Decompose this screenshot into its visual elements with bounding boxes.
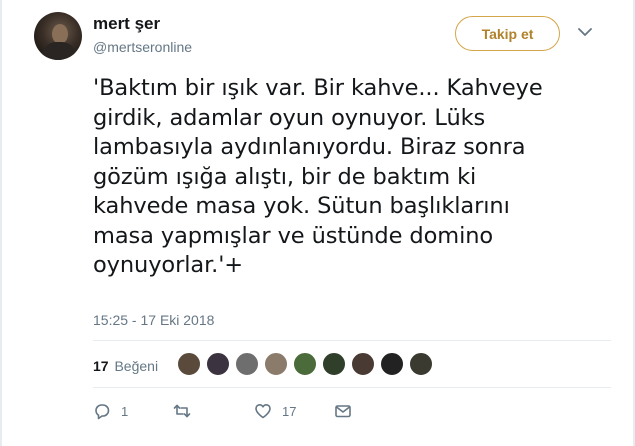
reply-action[interactable]: 1 [93, 402, 128, 420]
tweet-line: girdik, adamlar oyun oynuyor. Lüks [93, 104, 486, 131]
liker-avatar[interactable] [235, 352, 259, 376]
divider [93, 387, 611, 388]
user-handle[interactable]: @mertseronline [93, 39, 192, 55]
liker-avatar[interactable] [351, 352, 375, 376]
tweet-line: masa yapmışlar ve üstünde domino [93, 222, 494, 249]
tweet-line: oynuyorlar.'+ [93, 252, 244, 278]
avatar[interactable] [34, 12, 82, 60]
liker-avatar[interactable] [264, 352, 288, 376]
avatar-face [52, 24, 68, 44]
likes-stat[interactable]: 17 Beğeni [93, 358, 158, 374]
heart-icon [255, 404, 271, 419]
user-name[interactable]: mert şer [93, 14, 160, 34]
retweet-action[interactable] [173, 402, 201, 420]
reply-icon [95, 404, 110, 420]
retweet-icon [173, 404, 191, 418]
liker-avatar[interactable] [380, 352, 404, 376]
tweet-line: 'Baktım bir ışık var. Bir kahve... Kahve… [93, 75, 543, 101]
reply-count: 1 [121, 403, 129, 419]
tweet-line: gözüm ışığa alıştı, bir de baktım ki [93, 163, 477, 190]
envelope-icon [335, 405, 351, 418]
follow-button[interactable]: Takip et [455, 16, 560, 51]
tweet-timestamp[interactable]: 15:25 - 17 Eki 2018 [93, 312, 214, 328]
like-action[interactable]: 17 [254, 402, 296, 420]
divider [93, 340, 611, 341]
avatar-body [42, 42, 76, 60]
liker-avatar[interactable] [206, 352, 230, 376]
likes-label: Beğeni [114, 358, 159, 374]
tweet-line: kahvede masa yok. Sütun başlıklarını [93, 193, 510, 219]
likers-list [177, 352, 438, 376]
like-count: 17 [282, 403, 297, 419]
liker-avatar[interactable] [293, 352, 317, 376]
liker-avatar[interactable] [409, 352, 433, 376]
tweet-line: lambasıyla aydınlanıyordu. Biraz sonra [93, 134, 526, 160]
liker-avatar[interactable] [177, 352, 201, 376]
left-border [0, 0, 2, 446]
chevron-down-icon[interactable] [578, 27, 592, 37]
liker-avatar[interactable] [322, 352, 346, 376]
tweet-text: 'Baktım bir ışık var. Bir kahve... Kahve… [93, 74, 593, 281]
message-action[interactable] [334, 402, 352, 420]
likes-count: 17 [93, 358, 109, 374]
